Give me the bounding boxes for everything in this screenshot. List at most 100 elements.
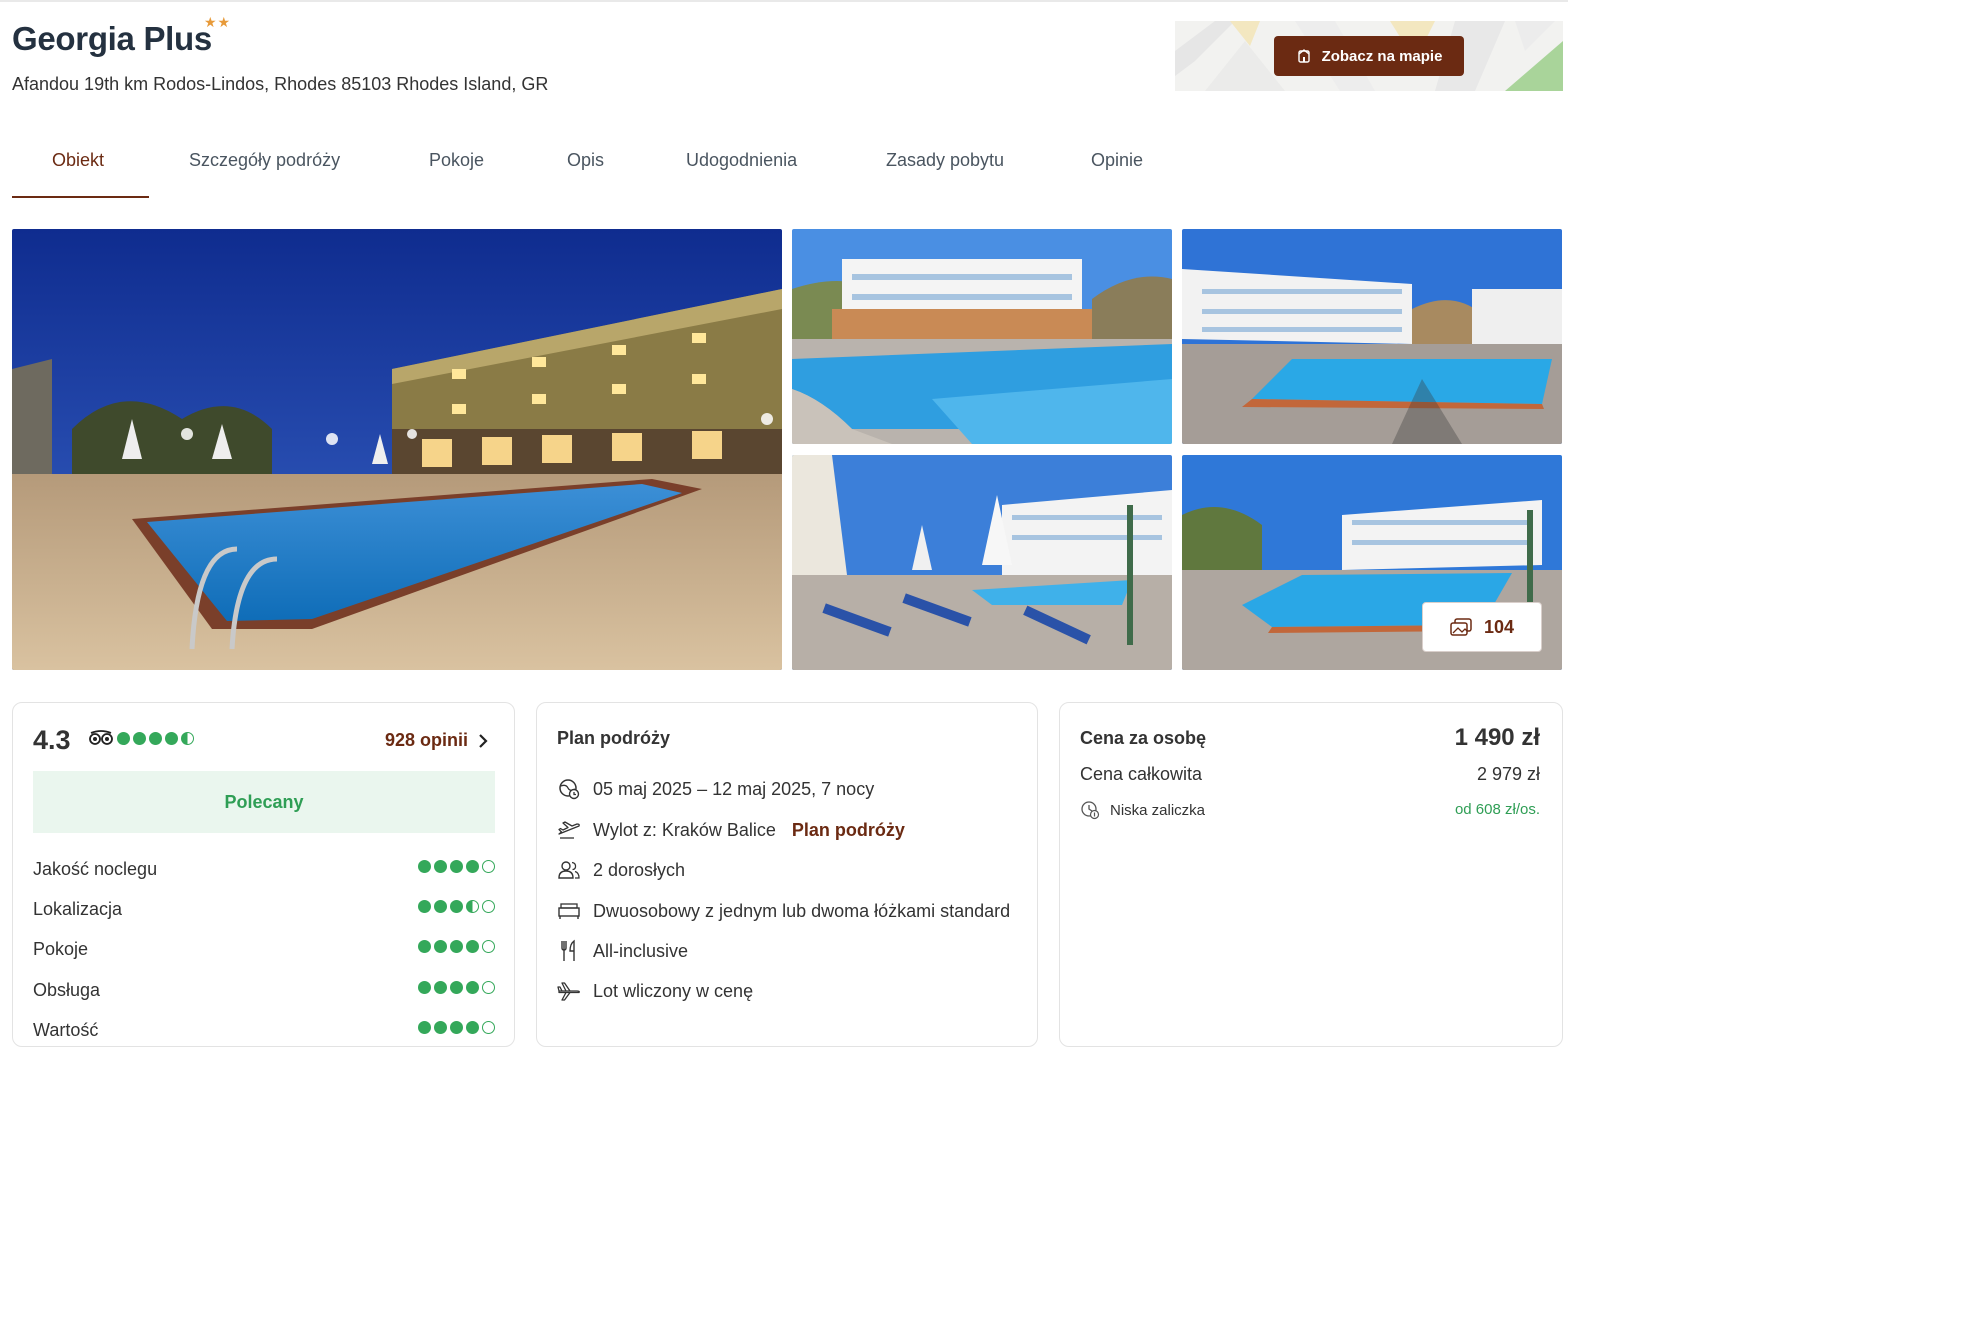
plan-board: All-inclusive	[593, 940, 689, 961]
rating-bubble	[418, 940, 431, 953]
rating-bubble	[482, 860, 495, 873]
rating-bubbles	[418, 1021, 495, 1034]
rating-bubble	[149, 732, 162, 745]
price-per-person-value: 1 490 zł	[1454, 724, 1540, 751]
travel-plan-card: Plan podróży 05 maj 2025 – 12 maj 2025, …	[536, 702, 1038, 1047]
rating-bubble	[450, 981, 463, 994]
hotel-title: Georgia Plus	[12, 20, 212, 57]
rating-bubble	[466, 981, 479, 994]
calendar-globe-icon	[557, 777, 581, 801]
rating-row-location: Lokalizacja	[33, 899, 495, 920]
rating-bubble	[434, 940, 447, 953]
main-photo[interactable]	[12, 229, 782, 670]
tab-travel-details[interactable]: Szczegóły podróży	[189, 150, 340, 198]
overall-rating-bubbles	[117, 732, 194, 745]
rating-bubble	[466, 900, 479, 913]
tab-house-rules[interactable]: Zasady pobytu	[886, 150, 1004, 198]
rating-bubble	[434, 900, 447, 913]
plan-room-row: Dwuosobowy z jednym lub dwoma łóżkami st…	[557, 899, 1010, 923]
rating-bubble	[133, 732, 146, 745]
price-total-label: Cena całkowita	[1080, 764, 1203, 784]
rating-row-service: Obsługa	[33, 980, 495, 1001]
rating-label: Wartość	[33, 1020, 99, 1040]
plane-icon	[557, 979, 581, 1003]
review-score: 4.3	[33, 725, 71, 755]
hotel-night-pool-image	[12, 229, 782, 670]
hotel-stars: ★★	[204, 14, 232, 30]
plan-departure: Wylot z: Kraków Balice	[593, 819, 776, 840]
rating-bubbles	[418, 940, 495, 953]
deposit-label: Niska zaliczka	[1110, 801, 1206, 819]
top-divider	[0, 0, 1568, 2]
reviews-card: 4.3 928 opinii Polecany Jakość noclegu L…	[12, 702, 515, 1047]
hotel-day-pool-image	[792, 229, 1172, 444]
plan-departure-row: Wylot z: Kraków Balice Plan podróży	[557, 818, 905, 842]
tab-reviews[interactable]: Opinie	[1091, 150, 1143, 198]
rating-bubble	[418, 860, 431, 873]
map-building-icon	[1297, 49, 1310, 63]
deposit-icon	[1081, 801, 1100, 820]
rating-bubbles	[418, 860, 495, 873]
rating-bubbles	[418, 900, 495, 913]
reviews-count-link[interactable]: 928 opinii	[385, 730, 488, 751]
rating-bubble	[482, 940, 495, 953]
gallery-photo-2[interactable]	[792, 229, 1172, 444]
rating-label: Lokalizacja	[33, 899, 123, 919]
rating-bubble	[450, 860, 463, 873]
rating-label: Pokoje	[33, 939, 89, 959]
hotel-pool-wide-image	[1182, 229, 1562, 444]
plan-board-row: All-inclusive	[557, 939, 688, 963]
bed-icon	[557, 899, 581, 923]
hotel-address: Afandou 19th km Rodos-Lindos, Rhodes 851…	[12, 74, 549, 94]
tab-description[interactable]: Opis	[567, 150, 604, 198]
rating-bubbles	[418, 981, 495, 994]
map-button[interactable]: Zobacz na mapie	[1274, 36, 1464, 76]
rating-row-value: Wartość	[33, 1020, 495, 1041]
rating-bubble	[450, 900, 463, 913]
tab-rooms[interactable]: Pokoje	[429, 150, 484, 198]
rating-bubble	[434, 1021, 447, 1034]
chevron-right-icon	[479, 733, 488, 748]
recommended-badge: Polecany	[33, 771, 495, 833]
tripadvisor-owl-icon	[89, 730, 113, 745]
price-total-value: 2 979 zł	[1476, 764, 1540, 784]
gallery-photo-3[interactable]	[1182, 229, 1562, 444]
photos-icon	[1450, 618, 1472, 636]
travel-plan-title: Plan podróży	[557, 728, 671, 748]
rating-bubble	[418, 900, 431, 913]
rating-bubble	[482, 981, 495, 994]
deposit-row: Niska zaliczka	[1080, 800, 1205, 820]
users-icon	[557, 858, 581, 882]
cutlery-icon	[557, 939, 581, 963]
rating-bubble	[418, 981, 431, 994]
rating-bubble	[482, 900, 495, 913]
rating-bubble	[466, 860, 479, 873]
rating-label: Jakość noclegu	[33, 859, 158, 879]
rating-bubble	[450, 1021, 463, 1034]
rating-row-rooms: Pokoje	[33, 939, 495, 960]
rating-label: Obsługa	[33, 980, 101, 1000]
photo-count-button[interactable]: 104	[1422, 602, 1542, 652]
poolside-loungers-image	[792, 455, 1172, 670]
price-per-person-label: Cena za osobę	[1080, 728, 1207, 748]
map-button-label: Zobacz na mapie	[1321, 47, 1443, 65]
rating-bubble	[165, 732, 178, 745]
rating-bubble	[434, 981, 447, 994]
plan-dates: 05 maj 2025 – 12 maj 2025, 7 nocy	[593, 778, 875, 799]
plan-itinerary-link[interactable]: Plan podróży	[792, 820, 905, 841]
plan-guests: 2 dorosłych	[593, 859, 686, 880]
rating-row-quality: Jakość noclegu	[33, 859, 495, 880]
rating-bubble	[466, 1021, 479, 1034]
tab-amenities[interactable]: Udogodnienia	[686, 150, 797, 198]
rating-bubble	[450, 940, 463, 953]
plane-takeoff-icon	[557, 818, 581, 842]
tab-obiekt[interactable]: Obiekt	[52, 150, 104, 198]
rating-bubble	[466, 940, 479, 953]
plan-dates-row: 05 maj 2025 – 12 maj 2025, 7 nocy	[557, 777, 874, 801]
gallery-photo-4[interactable]	[792, 455, 1172, 670]
rating-bubble	[117, 732, 130, 745]
rating-bubble	[482, 1021, 495, 1034]
active-tab-indicator	[12, 196, 149, 198]
price-card: Cena za osobę 1 490 zł Cena całkowita 2 …	[1059, 702, 1563, 1047]
plan-guests-row: 2 dorosłych	[557, 858, 685, 882]
